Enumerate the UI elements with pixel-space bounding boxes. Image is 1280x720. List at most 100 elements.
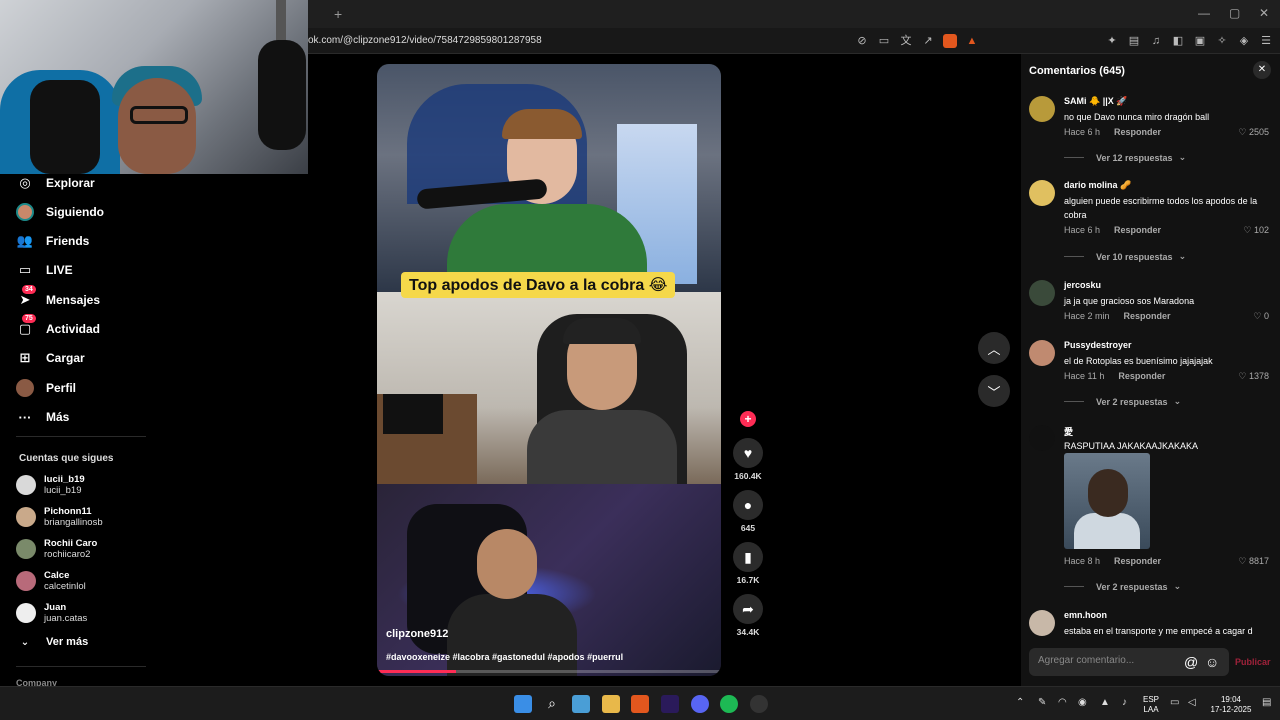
reply-button[interactable]: Responder [1114,127,1161,137]
network-icon[interactable]: ▭ [1170,697,1179,708]
comment-user[interactable]: dario molina 🥜 [1064,180,1131,191]
comment-image[interactable] [1064,453,1150,549]
video-progress-bar[interactable] [377,670,721,673]
volume-icon[interactable]: ◁ [1188,697,1196,708]
comment-like-button[interactable]: ♡ 1378 [1238,371,1269,382]
discord-icon[interactable] [691,695,709,713]
avatar[interactable] [1029,180,1055,206]
steam-icon[interactable]: ◉ [1078,697,1087,708]
comment-user[interactable]: 愛 [1064,425,1073,438]
maximize-button[interactable]: ▢ [1229,6,1240,20]
task-view-icon[interactable] [572,695,590,713]
comment-action[interactable]: ● 645 [732,490,764,533]
reply-button[interactable]: Responder [1114,225,1161,235]
share-arrow-icon[interactable]: ➦ [733,594,763,624]
avatar[interactable] [1029,280,1055,306]
brave-browser-icon[interactable] [631,695,649,713]
follow-plus-button[interactable]: + [740,411,756,427]
comment-like-button[interactable]: ♡ 8817 [1238,556,1269,567]
avatar[interactable] [1029,610,1055,636]
mention-icon[interactable]: @ [1184,654,1198,670]
view-replies-button[interactable]: Ver 2 respuestas ⌄ [1064,396,1181,407]
reply-button[interactable]: Responder [1124,311,1171,321]
new-tab-button[interactable]: + [334,6,342,22]
nav-mensajes[interactable]: ➤ 34 Mensajes [16,285,100,311]
no-video-icon[interactable]: ⊘ [855,34,869,48]
nav-explorar[interactable]: ◎ Explorar [16,172,94,194]
nav-siguiendo[interactable]: Siguiendo [16,201,104,223]
reader-icon[interactable]: ▤ [1127,34,1141,48]
clock[interactable]: 19:04 17-12-2025 [1206,695,1256,715]
url-text[interactable]: ok.com/@clipzone912/video/75847298598012… [308,35,542,46]
next-video-button[interactable]: ﹀ [978,375,1010,407]
extensions-icon[interactable]: ✦ [1105,34,1119,48]
following-account[interactable]: lucii_b19 lucii_b19 [16,472,85,498]
nav-perfil[interactable]: Perfil [16,377,76,399]
leo-icon[interactable]: ✧ [1215,34,1229,48]
avatar[interactable] [1029,340,1055,366]
brave-rewards-icon[interactable]: ▲ [965,34,979,48]
sidebar-toggle-icon[interactable]: ◧ [1171,34,1185,48]
previous-video-button[interactable]: ︿ [978,332,1010,364]
comment-user[interactable]: SAMi 🐥 ||X 🚀 [1064,96,1127,107]
like-action[interactable]: ♥ 160.4K [732,438,764,481]
reply-button[interactable]: Responder [1118,371,1165,381]
file-explorer-icon[interactable] [602,695,620,713]
following-account[interactable]: Pichonn11 briangallinosb [16,504,103,530]
comment-input[interactable]: Agregar comentario... [1029,648,1229,676]
view-replies-button[interactable]: Ver 12 respuestas ⌄ [1064,152,1186,163]
wallet-icon[interactable]: ▣ [1193,34,1207,48]
spotify-icon[interactable] [720,695,738,713]
post-comment-button[interactable]: Publicar [1235,657,1271,667]
save-action[interactable]: ▮ 16.7K [732,542,764,585]
bookmark-icon[interactable]: ▮ [733,542,763,572]
video-hashtags[interactable]: #davooxeneize #lacobra #gastonedul #apod… [386,652,623,662]
following-account[interactable]: Rochii Caro rochiicaro2 [16,536,97,562]
windows-start-icon[interactable] [514,695,532,713]
comment-user[interactable]: emn.hoon [1064,610,1107,620]
headset-icon[interactable]: ◠ [1058,697,1067,708]
notifications-icon[interactable]: ▤ [1262,697,1271,708]
see-more-button[interactable]: ⌄ Ver más [16,631,88,653]
comment-user[interactable]: jercosku [1064,280,1101,290]
comment-icon[interactable]: ● [733,490,763,520]
translate-icon[interactable]: 文 [899,34,913,48]
obs-icon[interactable] [750,695,768,713]
search-icon[interactable]: ⌕ [543,695,561,713]
nav-live[interactable]: ▭ LIVE [16,259,73,281]
minimize-button[interactable]: — [1198,6,1210,20]
cast-icon[interactable]: ▭ [877,34,891,48]
brave-shield-icon[interactable] [943,34,957,48]
comment-like-button[interactable]: ♡ 0 [1253,311,1269,322]
video-author[interactable]: clipzone912 [386,628,448,640]
emoji-icon[interactable]: ☺ [1205,654,1219,670]
view-replies-button[interactable]: Ver 2 respuestas ⌄ [1064,581,1181,592]
tray-app-icon[interactable]: ✎ [1038,697,1046,708]
comment-like-button[interactable]: ♡ 2505 [1238,127,1269,138]
avatar[interactable] [1029,96,1055,122]
share-icon[interactable]: ↗ [921,34,935,48]
vpn-icon[interactable]: ◈ [1237,34,1251,48]
comment-like-button[interactable]: ♡ 102 [1243,225,1269,236]
language-indicator[interactable]: ESP LAA [1143,695,1159,715]
heart-icon[interactable]: ♥ [733,438,763,468]
microphone-icon[interactable]: ♪ [1122,697,1127,708]
nav-friends[interactable]: 👥 Friends [16,230,89,252]
tray-shield-icon[interactable]: ▲ [1100,697,1110,708]
nav-actividad[interactable]: ▢ 75 Actividad [16,314,100,340]
premiere-icon[interactable] [661,695,679,713]
tray-chevron-icon[interactable]: ⌃ [1016,697,1024,708]
close-window-button[interactable]: ✕ [1259,6,1269,20]
nav-cargar[interactable]: ⊞ Cargar [16,347,85,369]
following-account[interactable]: Juan juan.catas [16,600,87,626]
following-account[interactable]: Calce calcetinlol [16,568,86,594]
view-replies-button[interactable]: Ver 10 respuestas ⌄ [1064,251,1186,262]
media-icon[interactable]: ♫ [1149,34,1163,48]
share-action[interactable]: ➦ 34.4K [732,594,764,637]
close-comments-button[interactable]: ✕ [1253,61,1271,79]
nav-mas[interactable]: ··· Más [16,406,70,428]
menu-icon[interactable]: ☰ [1259,34,1273,48]
video-player[interactable]: Top apodos de Davo a la cobra 😂 clipzone… [377,64,721,676]
avatar[interactable] [1029,425,1055,451]
comment-user[interactable]: Pussydestroyer [1064,340,1132,350]
